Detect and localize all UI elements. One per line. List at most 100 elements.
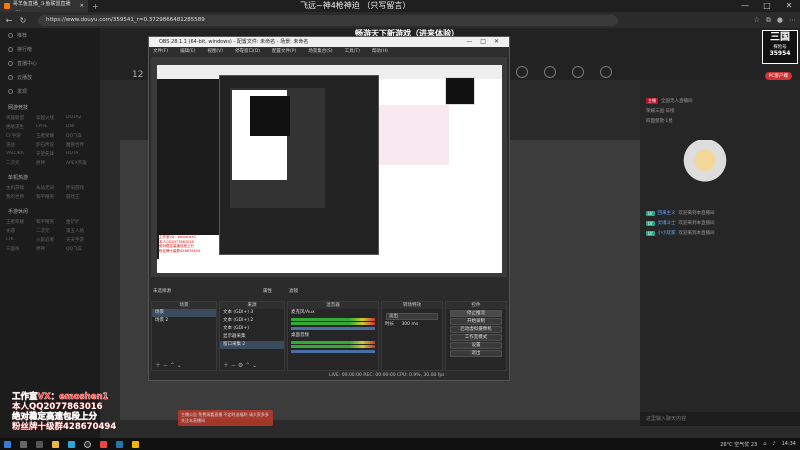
- right-panel-row[interactable]: 四面楚歌·1星: [640, 116, 760, 126]
- minimize-icon[interactable]: —: [734, 0, 756, 12]
- source-item[interactable]: 窗口采集 2: [220, 341, 284, 349]
- taskview-icon[interactable]: [36, 440, 43, 448]
- header-icon-6[interactable]: [600, 66, 612, 78]
- store-icon[interactable]: [116, 440, 123, 448]
- sidebar-category[interactable]: QQ飞车: [66, 133, 94, 139]
- sidebar-category[interactable]: QQ飞车: [66, 246, 94, 252]
- obs-menu-item[interactable]: 场景集合(S): [308, 47, 332, 56]
- sidebar-category[interactable]: 怀旧游戏: [66, 185, 94, 191]
- network-icon[interactable]: ⌂: [763, 441, 766, 447]
- sidebar-category[interactable]: 金铲铲: [66, 219, 94, 225]
- start-recording-button[interactable]: 开始录制: [450, 318, 502, 325]
- pc-client-badge[interactable]: PC客户端: [764, 72, 792, 80]
- sidebar-category[interactable]: APEX英雄: [66, 160, 94, 166]
- scene-item[interactable]: 场景: [152, 309, 216, 317]
- back-icon[interactable]: ←: [4, 16, 14, 25]
- obs-menu-item[interactable]: 文件(F): [153, 47, 168, 56]
- obs-menu-item[interactable]: 配置文件(P): [272, 47, 296, 56]
- volume-slider[interactable]: [291, 327, 375, 330]
- sidebar-category[interactable]: 原神: [36, 246, 64, 252]
- sidebar-category[interactable]: 我的世界: [6, 194, 34, 200]
- start-icon[interactable]: [4, 440, 11, 448]
- duration-input[interactable]: 300 ms: [401, 322, 418, 327]
- obs-menu-item[interactable]: 停靠窗口(D): [235, 47, 260, 56]
- header-icon-4[interactable]: [544, 66, 556, 78]
- studio-mode-button[interactable]: 工作室模式: [450, 334, 502, 341]
- browser-tab[interactable]: 哥羊鱼直播_斗鱼联盟直播_... ✕: [0, 0, 88, 13]
- virtual-camera-button[interactable]: 启动虚拟摄像机: [450, 326, 502, 333]
- obs-menu-item[interactable]: 视图(V): [207, 47, 223, 56]
- extensions-icon[interactable]: ⧉: [766, 16, 771, 25]
- sidebar-category[interactable]: 炉石传说: [36, 142, 64, 148]
- sidebar-category[interactable]: DNF: [66, 124, 94, 130]
- profile-icon[interactable]: ●: [777, 16, 783, 25]
- obs-menu-item[interactable]: 帮助(H): [372, 47, 388, 56]
- chat-username[interactable]: 回来主义: [658, 210, 676, 216]
- sidebar-category[interactable]: DOTA2: [66, 115, 94, 121]
- obs-menu-item[interactable]: 编辑(E): [180, 47, 195, 56]
- source-item[interactable]: 文本 (GDI+) 2: [220, 317, 284, 325]
- exit-button[interactable]: 退出: [450, 350, 502, 357]
- settings-button[interactable]: 设置: [450, 342, 502, 349]
- source-item[interactable]: 文本 (GDI+) 3: [220, 309, 284, 317]
- sidebar-item[interactable]: 云播放: [0, 70, 100, 84]
- header-icon-5[interactable]: [572, 66, 584, 78]
- explorer-icon[interactable]: [52, 440, 59, 448]
- search-icon[interactable]: [20, 440, 27, 448]
- refresh-icon[interactable]: ↻: [18, 16, 28, 25]
- transition-select[interactable]: 淡出: [386, 313, 438, 320]
- weather-text[interactable]: 26°C 空气优 23: [720, 441, 757, 448]
- tab-close-icon[interactable]: ✕: [80, 3, 84, 9]
- scene-item[interactable]: 场景 2: [152, 317, 216, 325]
- sidebar-item[interactable]: 排行榜: [0, 42, 100, 56]
- right-panel-row[interactable]: 主播 全国无人直播间: [640, 96, 760, 106]
- obs-preview[interactable]: 工作室VX：emoshen1 本人QQ2077863016 绝对稳定高速包段上分 粉丝…: [151, 57, 507, 277]
- sidebar-category[interactable]: DOTA: [66, 151, 94, 157]
- source-item[interactable]: 文本 (GDI+): [220, 325, 284, 333]
- sidebar-category[interactable]: 英雄联盟: [6, 115, 34, 121]
- sidebar-item[interactable]: 推荐: [0, 28, 100, 42]
- obs-icon[interactable]: [84, 440, 91, 448]
- sidebar-category[interactable]: 穿越火线: [36, 115, 64, 121]
- source-add-remove[interactable]: ＋ − ⚙ ⌃ ⌄: [223, 360, 257, 369]
- more-icon[interactable]: ⋯: [789, 16, 796, 25]
- sidebar-category[interactable]: LPHE: [36, 124, 64, 130]
- sidebar-category[interactable]: 逆战: [6, 142, 34, 148]
- scene-add-remove[interactable]: ＋ − ⌃ ⌄: [155, 360, 182, 369]
- sidebar-category[interactable]: 主机游戏: [6, 185, 34, 191]
- volume-slider[interactable]: [291, 350, 375, 353]
- properties-tab[interactable]: 属性: [263, 287, 272, 297]
- chat-username[interactable]: 小小玩家: [658, 230, 676, 236]
- new-tab-icon[interactable]: +: [92, 2, 99, 11]
- folder-icon[interactable]: [132, 440, 139, 448]
- sidebar-category[interactable]: 王者荣耀: [36, 133, 64, 139]
- chat-input[interactable]: 这里输入聊天内容: [640, 412, 800, 426]
- chrome-icon[interactable]: [100, 440, 107, 448]
- sidebar-category[interactable]: 二次元: [6, 160, 34, 166]
- sidebar-category[interactable]: 光遇: [6, 228, 34, 234]
- sidebar-category[interactable]: 火影忍者: [36, 237, 64, 243]
- filters-tab[interactable]: 滤镜: [289, 287, 298, 297]
- sidebar-category[interactable]: CF手游: [6, 133, 34, 139]
- sidebar-category[interactable]: 和平精英: [36, 219, 64, 225]
- header-icon-3[interactable]: [516, 66, 528, 78]
- right-panel-row[interactable]: 荣耀三国·日榜: [640, 106, 760, 116]
- sidebar-category[interactable]: 守望先锋: [36, 151, 64, 157]
- url-input[interactable]: https://www.douyu.com/359541_r=0.3729866…: [38, 14, 618, 26]
- sidebar-category[interactable]: 和平精英: [36, 194, 64, 200]
- sidebar-category[interactable]: 原神: [36, 160, 64, 166]
- sidebar-item[interactable]: 直播中心: [0, 56, 100, 70]
- sidebar-category[interactable]: LTK: [6, 237, 34, 243]
- obs-window-controls[interactable]: —□✕: [466, 37, 507, 47]
- sidebar-category[interactable]: 永劫无间: [36, 185, 64, 191]
- sidebar-category[interactable]: 绝地求生: [6, 124, 34, 130]
- sidebar-category[interactable]: 王者荣耀: [6, 219, 34, 225]
- star-icon[interactable]: ☆: [754, 16, 760, 25]
- obs-menu-item[interactable]: 工具(T): [345, 47, 360, 56]
- sidebar-category[interactable]: 第五人格: [66, 228, 94, 234]
- sidebar-category[interactable]: 天天手游: [66, 237, 94, 243]
- sidebar-item[interactable]: 发现: [0, 84, 100, 98]
- sidebar-category[interactable]: 魔兽世界: [66, 142, 94, 148]
- edge-icon[interactable]: [68, 440, 75, 448]
- sidebar-category[interactable]: VALORA: [6, 151, 34, 157]
